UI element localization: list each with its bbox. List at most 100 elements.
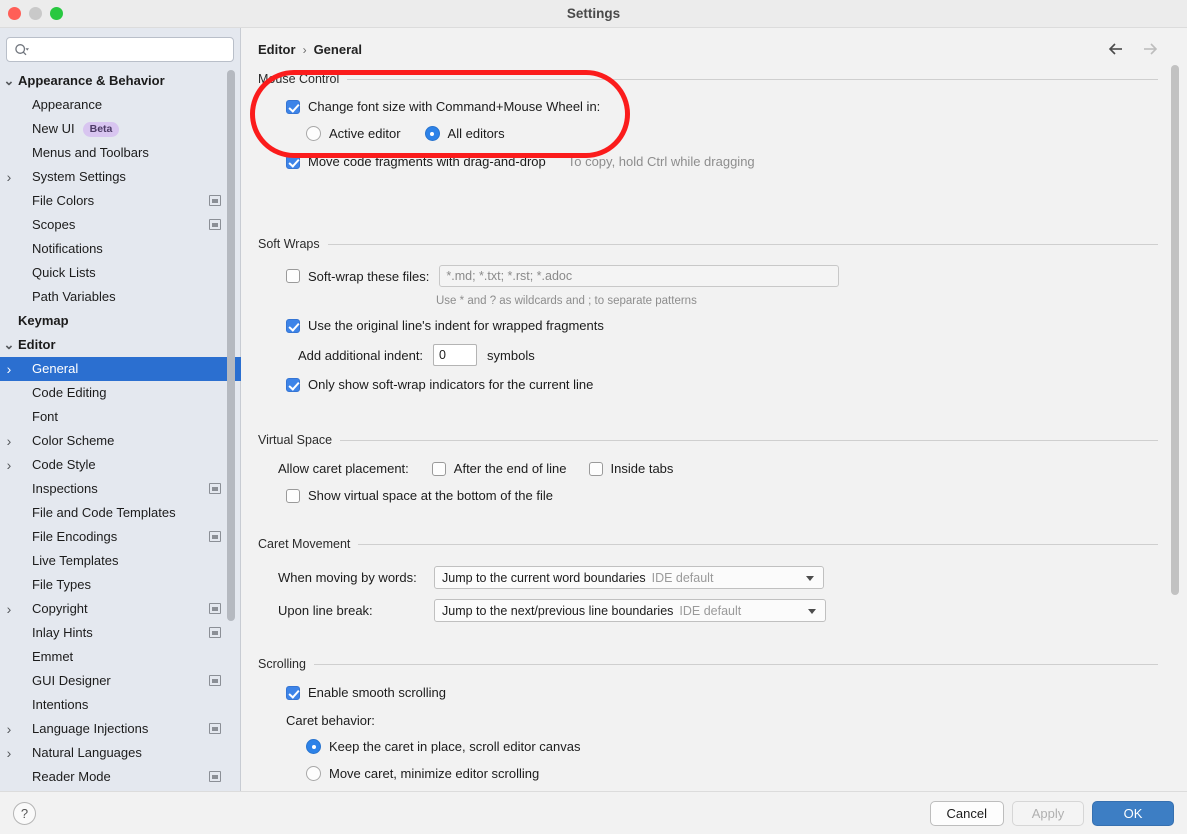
smooth-scrolling-checkbox[interactable]: [286, 686, 300, 700]
sidebar-item-gui-designer[interactable]: GUI Designer: [0, 669, 241, 693]
radio-active-editor-label: Active editor: [329, 126, 401, 141]
upon-line-break-select[interactable]: Jump to the next/previous line boundarie…: [434, 599, 826, 622]
sidebar-item-file-types[interactable]: File Types: [0, 573, 241, 597]
sidebar-item-appearance-behavior[interactable]: ⌄Appearance & Behavior: [0, 69, 241, 93]
sidebar-item-appearance[interactable]: Appearance: [0, 93, 241, 117]
section-title: Scrolling: [258, 657, 306, 671]
breadcrumb-root[interactable]: Editor: [258, 42, 296, 57]
chevron-right-icon[interactable]: ›: [2, 741, 16, 765]
chevron-down-icon[interactable]: ⌄: [2, 76, 16, 86]
chevron-down-icon[interactable]: ⌄: [2, 340, 16, 350]
chevron-right-icon[interactable]: ›: [2, 357, 16, 381]
sidebar-scrollbar-thumb[interactable]: [227, 70, 235, 621]
upon-line-break-suffix: IDE default: [679, 604, 741, 618]
chevron-right-icon[interactable]: ›: [2, 597, 16, 621]
smooth-scrolling-label: Enable smooth scrolling: [308, 685, 446, 700]
show-virtual-space-checkbox[interactable]: [286, 489, 300, 503]
section-virtual-space: Virtual Space Allow caret placement: Aft…: [258, 432, 1158, 503]
sidebar-item-menus-and-toolbars[interactable]: Menus and Toolbars: [0, 141, 241, 165]
arrow-left-icon[interactable]: [1107, 40, 1125, 58]
chevron-right-icon[interactable]: ›: [2, 429, 16, 453]
chevron-right-icon[interactable]: ›: [2, 717, 16, 741]
caret-behavior-move-row[interactable]: Move caret, minimize editor scrolling: [306, 766, 1158, 781]
sidebar-item-path-variables[interactable]: Path Variables: [0, 285, 241, 309]
sidebar-item-natural-languages[interactable]: ›Natural Languages: [0, 741, 241, 765]
sidebar-item-emmet[interactable]: Emmet: [0, 645, 241, 669]
modified-settings-icon: [209, 627, 221, 638]
radio-move-caret[interactable]: [306, 766, 321, 781]
search-box[interactable]: [6, 37, 234, 62]
search-field-wrapper: [6, 37, 234, 62]
main-scrollbar-thumb[interactable]: [1171, 65, 1179, 595]
sidebar-item-inspections[interactable]: Inspections: [0, 477, 241, 501]
change-font-size-row[interactable]: Change font size with Command+Mouse Whee…: [286, 99, 1158, 114]
beta-badge: Beta: [83, 122, 120, 137]
sidebar-item-reader-mode[interactable]: Reader Mode: [0, 765, 241, 789]
sidebar-item-new-ui[interactable]: New UIBeta: [0, 117, 241, 141]
sidebar-item-color-scheme[interactable]: ›Color Scheme: [0, 429, 241, 453]
sidebar-item-language-injections[interactable]: ›Language Injections: [0, 717, 241, 741]
caret-behavior-label-row: Caret behavior:: [286, 713, 1158, 728]
when-moving-by-words-select[interactable]: Jump to the current word boundaries IDE …: [434, 566, 824, 589]
upon-line-break-value: Jump to the next/previous line boundarie…: [442, 604, 673, 618]
section-header-mouse-control: Mouse Control: [258, 71, 1158, 87]
sidebar-item-inlay-hints[interactable]: Inlay Hints: [0, 621, 241, 645]
original-indent-row[interactable]: Use the original line's indent for wrapp…: [286, 318, 1158, 333]
chevron-down-icon: [808, 609, 816, 614]
chevron-right-icon[interactable]: ›: [2, 453, 16, 477]
sidebar-item-font[interactable]: Font: [0, 405, 241, 429]
radio-move-caret-label: Move caret, minimize editor scrolling: [329, 766, 539, 781]
section-divider: [347, 79, 1158, 80]
sidebar-item-general[interactable]: ›General: [0, 357, 241, 381]
sidebar-item-file-and-code-templates[interactable]: File and Code Templates: [0, 501, 241, 525]
sidebar-item-code-style[interactable]: ›Code Style: [0, 453, 241, 477]
radio-active-editor[interactable]: [306, 126, 321, 141]
sidebar-item-label: Quick Lists: [32, 261, 96, 285]
sidebar-item-live-templates[interactable]: Live Templates: [0, 549, 241, 573]
ok-button[interactable]: OK: [1092, 801, 1174, 826]
smooth-scrolling-row[interactable]: Enable smooth scrolling: [286, 685, 1158, 700]
sidebar-item-quick-lists[interactable]: Quick Lists: [0, 261, 241, 285]
radio-all-editors[interactable]: [425, 126, 440, 141]
sidebar-item-label: Emmet: [32, 645, 73, 669]
chevron-right-icon[interactable]: ›: [2, 165, 16, 189]
radio-keep-caret-in-place-label: Keep the caret in place, scroll editor c…: [329, 739, 580, 754]
settings-tree[interactable]: ⌄Appearance & BehaviorAppearanceNew UIBe…: [0, 69, 241, 791]
apply-button: Apply: [1012, 801, 1084, 826]
sidebar-item-scopes[interactable]: Scopes: [0, 213, 241, 237]
only-show-indicators-checkbox[interactable]: [286, 378, 300, 392]
sidebar-item-copyright[interactable]: ›Copyright: [0, 597, 241, 621]
sidebar-item-notifications[interactable]: Notifications: [0, 237, 241, 261]
show-virtual-space-row[interactable]: Show virtual space at the bottom of the …: [286, 488, 1158, 503]
after-end-of-line-checkbox[interactable]: [432, 462, 446, 476]
additional-indent-input[interactable]: 0: [433, 344, 477, 366]
drag-and-drop-row[interactable]: Move code fragments with drag-and-drop T…: [286, 154, 1158, 169]
only-show-indicators-row[interactable]: Only show soft-wrap indicators for the c…: [286, 377, 1158, 392]
search-icon: [14, 43, 30, 58]
sidebar-item-intentions[interactable]: Intentions: [0, 693, 241, 717]
arrow-right-icon: [1141, 40, 1159, 58]
sidebar-item-file-colors[interactable]: File Colors: [0, 189, 241, 213]
inside-tabs-label: Inside tabs: [611, 461, 674, 476]
when-moving-by-words-label: When moving by words:: [278, 570, 434, 585]
inside-tabs-checkbox[interactable]: [589, 462, 603, 476]
radio-keep-caret-in-place[interactable]: [306, 739, 321, 754]
soft-wrap-files-checkbox[interactable]: [286, 269, 300, 283]
original-indent-checkbox[interactable]: [286, 319, 300, 333]
search-input[interactable]: [34, 38, 230, 61]
change-font-size-checkbox[interactable]: [286, 100, 300, 114]
sidebar-item-editor[interactable]: ⌄Editor: [0, 333, 241, 357]
additional-indent-row: Add additional indent: 0 symbols: [298, 344, 1158, 366]
window-title: Settings: [0, 0, 1187, 28]
help-button[interactable]: ?: [13, 802, 36, 825]
sidebar-item-label: Font: [32, 405, 58, 429]
sidebar-item-file-encodings[interactable]: File Encodings: [0, 525, 241, 549]
caret-behavior-keep-row[interactable]: Keep the caret in place, scroll editor c…: [306, 739, 1158, 754]
sidebar-item-keymap[interactable]: Keymap: [0, 309, 241, 333]
sidebar-item-system-settings[interactable]: ›System Settings: [0, 165, 241, 189]
drag-and-drop-checkbox[interactable]: [286, 155, 300, 169]
sidebar-item-code-editing[interactable]: Code Editing: [0, 381, 241, 405]
soft-wrap-files-input[interactable]: *.md; *.txt; *.rst; *.adoc: [439, 265, 839, 287]
section-title: Mouse Control: [258, 72, 339, 86]
cancel-button[interactable]: Cancel: [930, 801, 1004, 826]
